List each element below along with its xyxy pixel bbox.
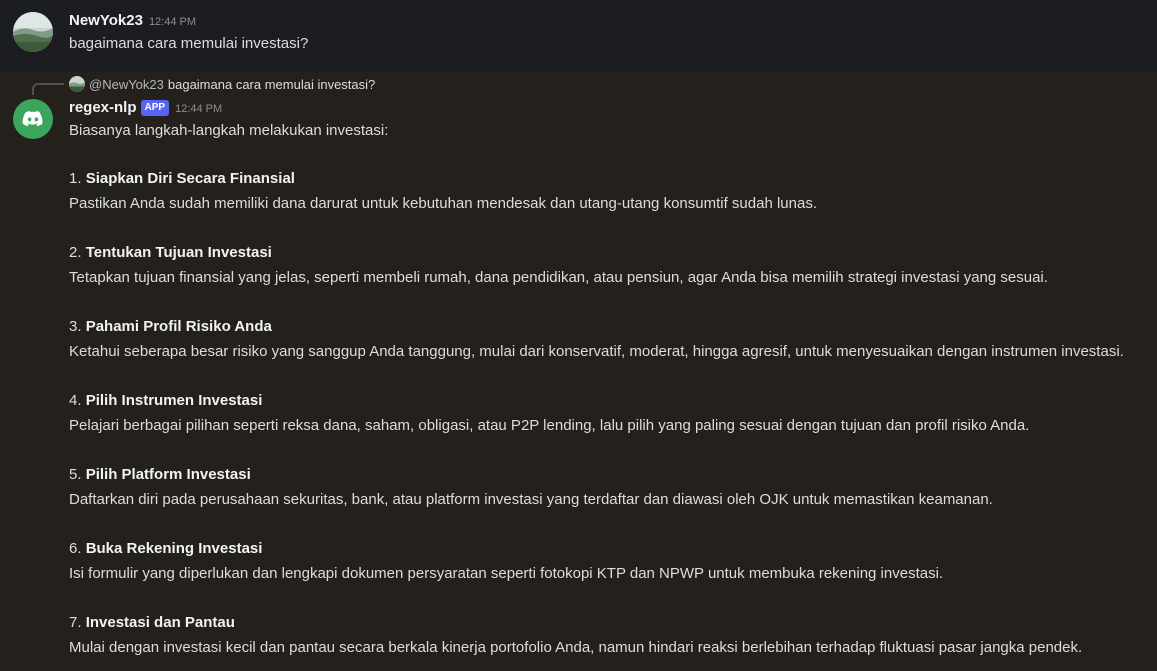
step-heading: 7. Investasi dan Pantau	[69, 614, 235, 631]
step-description: Isi formulir yang diperlukan dan lengkap…	[69, 565, 944, 582]
step-number: 7.	[69, 614, 82, 631]
step-heading: 1. Siapkan Diri Secara Finansial	[69, 170, 295, 187]
step-number: 1.	[69, 170, 82, 187]
reply-content[interactable]: bagaimana cara memulai investasi?	[168, 77, 375, 92]
reply-preview[interactable]: @NewYok23 bagaimana cara memulai investa…	[69, 76, 375, 92]
step-number: 4.	[69, 392, 82, 409]
step-title: Buka Rekening Investasi	[85, 540, 263, 557]
discord-logo-icon[interactable]	[13, 99, 53, 139]
landscape-avatar-icon[interactable]	[13, 12, 53, 52]
step-title: Investasi dan Pantau	[85, 614, 235, 631]
step-number: 3.	[69, 318, 82, 335]
step-title: Tentukan Tujuan Investasi	[85, 244, 272, 261]
step-description: Pelajari berbagai pilihan seperti reksa …	[69, 417, 1030, 434]
step-heading: 5. Pilih Platform Investasi	[69, 466, 251, 483]
step-heading: 2. Tentukan Tujuan Investasi	[69, 244, 272, 261]
step-heading: 4. Pilih Instrumen Investasi	[69, 392, 262, 409]
step-description: Daftarkan diri pada perusahaan sekuritas…	[69, 491, 993, 508]
message-content: bagaimana cara memulai investasi?	[69, 35, 309, 52]
app-badge: APP	[140, 100, 170, 116]
step-title: Pilih Instrumen Investasi	[85, 392, 263, 409]
reply-connector	[32, 83, 64, 95]
step-description: Mulai dengan investasi kecil dan pantau …	[69, 639, 1083, 656]
author-name[interactable]: regex-nlp	[69, 99, 137, 116]
author-name[interactable]: NewYok23	[69, 12, 143, 29]
landscape-avatar-icon	[69, 76, 85, 92]
step-description: Pastikan Anda sudah memiliki dana darura…	[69, 195, 817, 212]
step-description: Tetapkan tujuan finansial yang jelas, se…	[69, 269, 1048, 286]
timestamp: 12:44 PM	[175, 103, 223, 115]
step-heading: 3. Pahami Profil Risiko Anda	[69, 318, 272, 335]
step-heading: 6. Buka Rekening Investasi	[69, 540, 262, 557]
timestamp: 12:44 PM	[148, 16, 197, 28]
step-description: Ketahui seberapa besar risiko yang sangg…	[69, 343, 1124, 360]
step-number: 5.	[69, 466, 82, 483]
message-header: NewYok23 12:44 PM	[69, 12, 196, 29]
reply-mention[interactable]: @NewYok23	[89, 77, 164, 92]
user-message: NewYok23 12:44 PM bagaimana cara memulai …	[0, 0, 1157, 72]
step-title: Pahami Profil Risiko Anda	[85, 318, 272, 335]
step-number: 6.	[69, 540, 82, 557]
message-intro: Biasanya langkah-langkah melakukan inves…	[69, 122, 389, 139]
message-header: regex-nlp APP 12:44 PM	[69, 99, 222, 116]
step-title: Siapkan Diri Secara Finansial	[85, 170, 295, 187]
step-title: Pilih Platform Investasi	[85, 466, 251, 483]
step-number: 2.	[69, 244, 82, 261]
